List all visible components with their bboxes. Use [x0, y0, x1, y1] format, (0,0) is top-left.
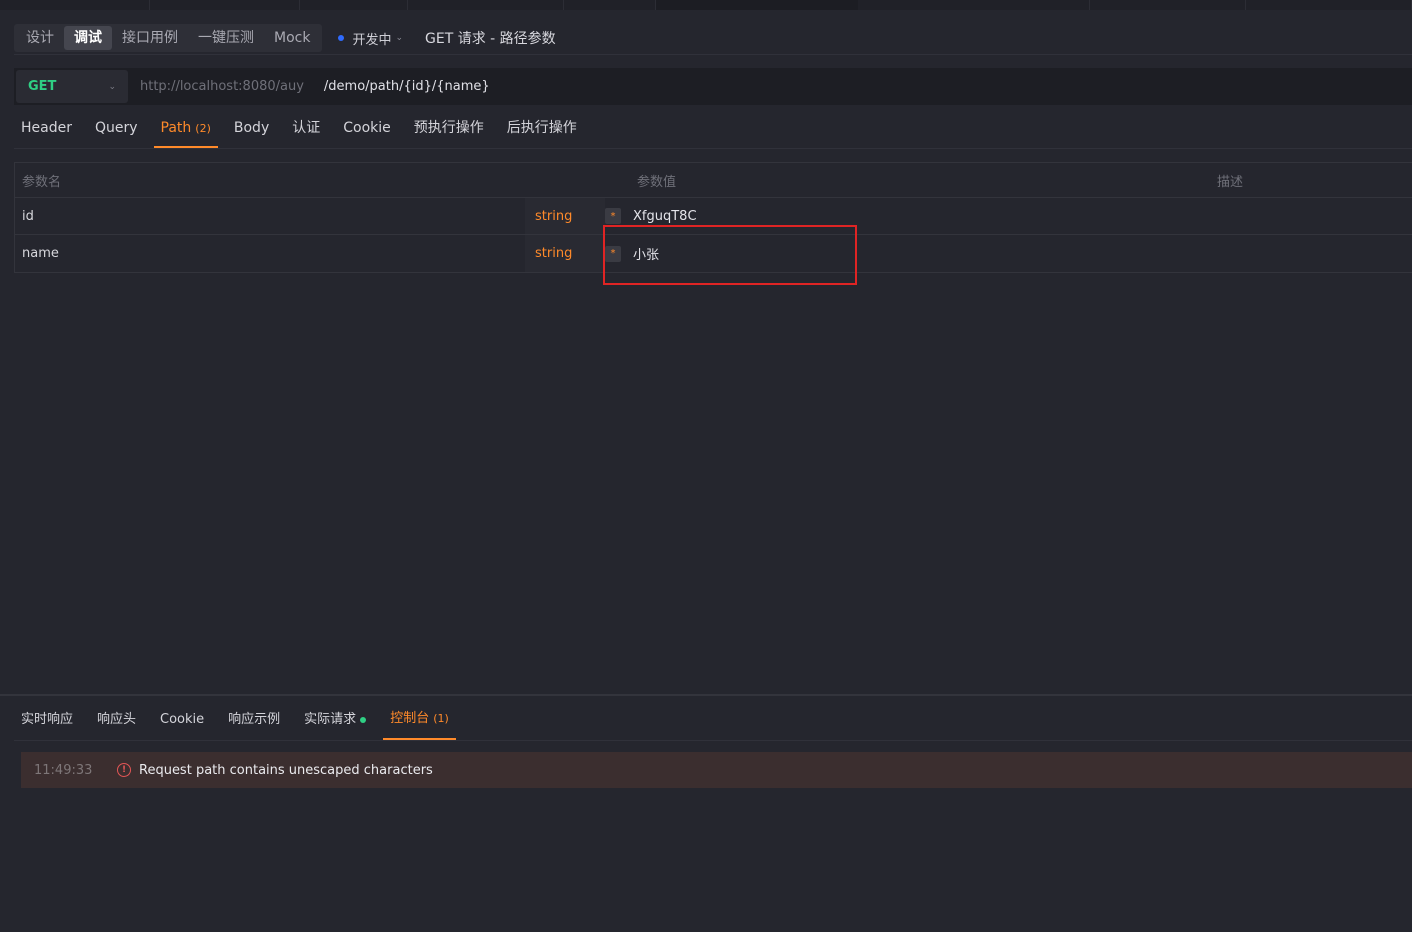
- tab-load-test[interactable]: 一键压测: [188, 26, 264, 50]
- tab-response-example[interactable]: 响应示例: [221, 700, 287, 740]
- divider: [14, 148, 1412, 149]
- param-desc[interactable]: [1217, 198, 1412, 234]
- window-tab[interactable]: [858, 0, 1090, 10]
- column-header-type: [525, 163, 605, 197]
- window-tab[interactable]: [300, 0, 408, 10]
- api-title: GET 请求 - 路径参数: [425, 31, 556, 47]
- param-value-cell[interactable]: * 小张: [605, 235, 1217, 272]
- path-params-table: 参数名 参数值 描述 id string * XfguqT8C name str…: [14, 162, 1412, 273]
- required-star-icon: *: [605, 208, 621, 224]
- panel-resize-handle[interactable]: [0, 694, 1412, 696]
- request-tabs: Header Query Path (2) Body 认证 Cookie 预执行操…: [14, 110, 593, 148]
- window-tab[interactable]: [1090, 0, 1246, 10]
- param-type[interactable]: string: [525, 198, 605, 234]
- log-timestamp: 11:49:33: [34, 762, 93, 778]
- window-tab[interactable]: [150, 0, 300, 10]
- tab-auth[interactable]: 认证: [285, 110, 327, 148]
- mode-tab-group: 设计 调试 接口用例 一键压测 Mock: [14, 24, 323, 52]
- column-header-name: 参数名: [22, 174, 62, 190]
- tab-cookie[interactable]: Cookie: [336, 110, 398, 148]
- param-desc[interactable]: [1217, 235, 1412, 272]
- divider: [14, 740, 1412, 741]
- tab-live-response[interactable]: 实时响应: [14, 700, 80, 740]
- method-label: GET: [28, 79, 57, 94]
- mode-bar: 设计 调试 接口用例 一键压测 Mock 开发中 ⌄ GET 请求 - 路径参数: [14, 24, 556, 52]
- response-tabs: 实时响应 响应头 Cookie 响应示例 实际请求 控制台 (1): [14, 700, 466, 740]
- param-name[interactable]: name: [15, 235, 525, 272]
- window-tab[interactable]: [408, 0, 564, 10]
- column-header-value: 参数值: [637, 174, 677, 190]
- required-star-icon: *: [605, 245, 621, 262]
- method-select[interactable]: GET ⌄: [16, 70, 128, 103]
- path-input[interactable]: /demo/path/{id}/{name}: [324, 79, 490, 94]
- tab-test-cases[interactable]: 接口用例: [112, 26, 188, 50]
- console-log-entry[interactable]: 11:49:33 ! Request path contains unescap…: [21, 752, 1412, 788]
- tab-response-headers[interactable]: 响应头: [90, 700, 143, 740]
- status-label: 开发中: [352, 32, 392, 48]
- param-value[interactable]: 小张: [633, 244, 659, 263]
- status-dot-icon: [360, 717, 367, 723]
- chevron-down-icon: ⌄: [395, 33, 404, 43]
- table-row: name string * 小张: [15, 235, 1412, 272]
- tab-response-cookie[interactable]: Cookie: [153, 700, 211, 740]
- url-bar: GET ⌄ http://localhost:8080/auy /demo/pa…: [14, 68, 1412, 105]
- status-dropdown[interactable]: 开发中 ⌄: [338, 29, 403, 48]
- tab-debug[interactable]: 调试: [64, 26, 112, 50]
- tab-actual-request[interactable]: 实际请求: [297, 700, 373, 740]
- base-url[interactable]: http://localhost:8080/auy: [140, 79, 304, 94]
- error-circle-icon: !: [117, 763, 131, 777]
- divider: [14, 54, 1412, 55]
- tab-query[interactable]: Query: [88, 110, 145, 148]
- tab-header[interactable]: Header: [14, 110, 79, 148]
- tab-post-script[interactable]: 后执行操作: [500, 110, 584, 148]
- tab-count-badge: (2): [195, 122, 211, 135]
- tab-mock[interactable]: Mock: [264, 26, 320, 50]
- tab-path[interactable]: Path (2): [153, 110, 218, 148]
- param-type[interactable]: string: [525, 235, 605, 272]
- table-row: id string * XfguqT8C: [15, 198, 1412, 235]
- tab-pre-script[interactable]: 预执行操作: [407, 110, 491, 148]
- tab-body[interactable]: Body: [227, 110, 276, 148]
- chevron-down-icon: ⌄: [108, 81, 116, 92]
- status-dot-icon: [338, 35, 345, 41]
- window-tab[interactable]: [564, 0, 656, 10]
- tab-console[interactable]: 控制台 (1): [383, 700, 456, 740]
- tab-count-badge: (1): [433, 712, 449, 725]
- param-name[interactable]: id: [15, 198, 525, 234]
- table-header-row: 参数名 参数值 描述: [15, 163, 1412, 198]
- log-message: Request path contains unescaped characte…: [139, 762, 433, 778]
- tab-design[interactable]: 设计: [16, 26, 64, 50]
- window-tab[interactable]: [1246, 0, 1412, 10]
- window-tab-strip: [0, 0, 1412, 10]
- window-tab[interactable]: [0, 0, 150, 10]
- param-value-cell[interactable]: * XfguqT8C: [605, 198, 1217, 234]
- param-value[interactable]: XfguqT8C: [633, 209, 697, 224]
- column-header-desc: 描述: [1217, 174, 1244, 190]
